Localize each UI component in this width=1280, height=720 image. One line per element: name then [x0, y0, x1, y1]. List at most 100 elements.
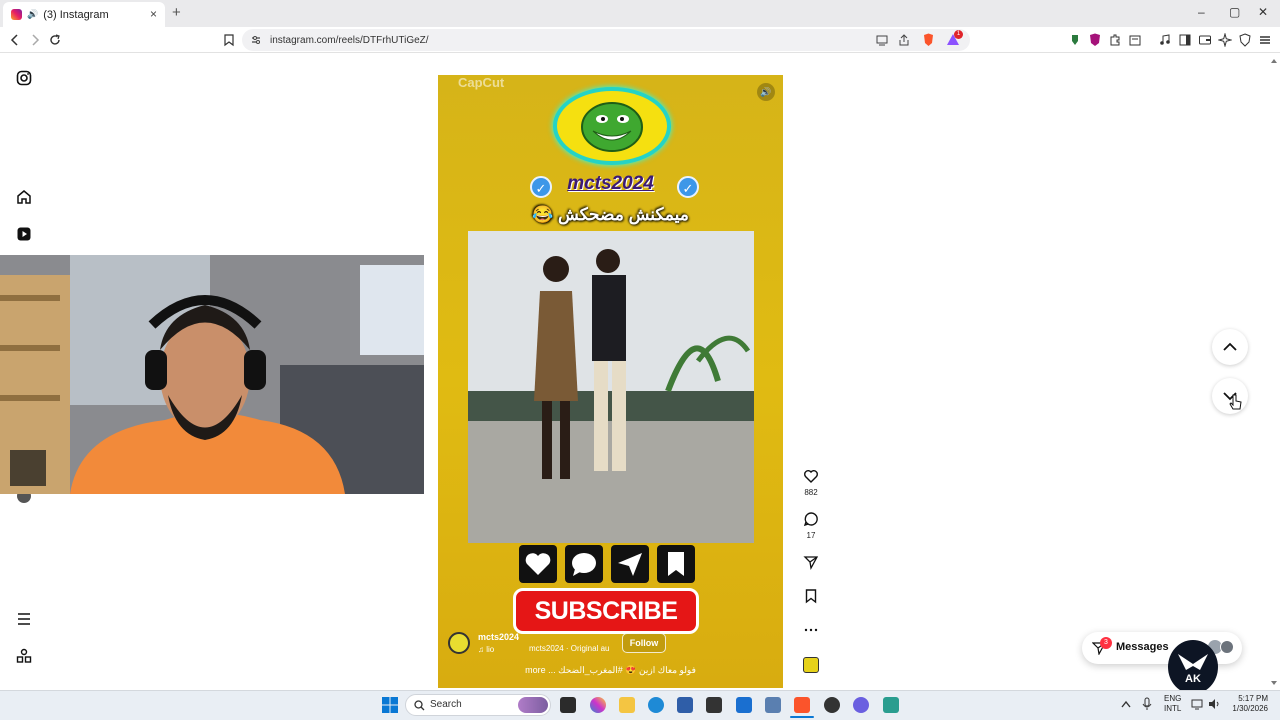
chevron-up-icon — [1223, 342, 1237, 351]
follow-button[interactable]: Follow — [622, 633, 666, 653]
extensions-icon[interactable] — [1108, 33, 1122, 47]
overlay-heart-graphic — [519, 545, 557, 583]
more-menu-icon[interactable] — [16, 611, 32, 627]
task-view-icon[interactable] — [560, 697, 576, 713]
troll-face-icon — [581, 102, 643, 152]
copilot-icon[interactable] — [590, 697, 606, 713]
sidebar-toggle-icon[interactable] — [1178, 33, 1192, 47]
overlay-share-graphic — [611, 545, 649, 583]
shield-icon[interactable] — [1238, 33, 1252, 47]
capcut-watermark: CapCut — [458, 75, 505, 90]
like-icon[interactable] — [803, 468, 819, 484]
browser-toolbar: instagram.com/reels/DTFrhUTiGeZ/ 1 — [0, 27, 1280, 53]
visual-studio-icon[interactable] — [736, 697, 752, 713]
comment-count: 17 — [806, 531, 816, 540]
instagram-favicon-icon — [11, 9, 22, 20]
reel-original-audio[interactable]: mcts2024 · Original au — [529, 644, 609, 653]
volume-icon[interactable] — [1208, 698, 1220, 710]
channel-logo — [553, 87, 671, 165]
speaker-icon[interactable]: 🔊 — [27, 9, 38, 20]
rewards-badge: 1 — [954, 30, 963, 39]
store-icon[interactable] — [677, 697, 693, 713]
media-controls-icon[interactable] — [1158, 33, 1172, 47]
volume-icon[interactable]: 🔊 — [757, 83, 775, 101]
home-icon[interactable] — [16, 189, 32, 205]
url-text: instagram.com/reels/DTFrhUTiGeZ/ — [270, 34, 429, 46]
forward-icon[interactable] — [28, 33, 42, 47]
wallet-icon[interactable] — [1198, 33, 1212, 47]
clock-date: 1/30/2026 — [1232, 704, 1268, 713]
streamer-webcam — [0, 255, 424, 494]
obs-icon[interactable] — [824, 697, 840, 713]
previous-reel-button[interactable] — [1212, 329, 1248, 365]
overlay-save-graphic — [657, 545, 695, 583]
file-explorer-icon[interactable] — [619, 697, 635, 713]
leo-ai-icon[interactable] — [1218, 33, 1232, 47]
site-settings-icon[interactable] — [250, 34, 262, 46]
cast-icon[interactable] — [876, 34, 888, 46]
windows-taskbar — [0, 690, 1280, 720]
messages-label: Messages — [1116, 641, 1169, 653]
app-icon[interactable] — [706, 697, 722, 713]
scroll-down-icon[interactable] — [1270, 679, 1278, 687]
reels-icon[interactable] — [16, 226, 32, 242]
discord-icon[interactable] — [853, 697, 869, 713]
language-indicator[interactable]: ENG INTL — [1164, 694, 1181, 714]
reel-author-username[interactable]: mcts2024 — [478, 632, 519, 642]
also-from-meta-icon[interactable] — [16, 648, 32, 664]
messages-button[interactable]: 3 Messages — [1082, 632, 1242, 664]
message-avatar — [1220, 640, 1234, 654]
close-tab-icon[interactable]: × — [150, 7, 157, 21]
more-options-icon[interactable] — [803, 622, 819, 638]
instagram-icon[interactable] — [16, 70, 32, 86]
windows-start-icon[interactable] — [382, 697, 398, 713]
chevron-up-icon[interactable] — [1120, 699, 1132, 709]
reload-icon[interactable] — [48, 33, 62, 47]
vpn-icon[interactable] — [1068, 33, 1082, 47]
new-tab-button[interactable]: + — [172, 4, 181, 21]
browser-tab-bar: 🔊 (3) Instagram × + – ▢ ✕ — [0, 0, 1280, 27]
microphone-icon[interactable] — [1141, 697, 1153, 711]
clock[interactable]: 5:17 PM 1/30/2026 — [1226, 694, 1268, 714]
minimize-button[interactable]: – — [1198, 5, 1205, 19]
browser-tab[interactable]: 🔊 (3) Instagram × — [3, 2, 165, 27]
language-bottom: INTL — [1164, 704, 1182, 713]
streamer-logo-text: AK — [1185, 673, 1201, 685]
tab-title: (3) Instagram — [43, 8, 109, 21]
reel-author-avatar[interactable] — [448, 632, 470, 654]
network-icon[interactable] — [1191, 698, 1203, 710]
save-icon[interactable] — [803, 588, 819, 604]
mail-icon[interactable] — [765, 697, 781, 713]
reel-video[interactable]: CapCut 🔊 ✓ mcts2024 ✓ ميمكنش مضحكش 😂 SUB… — [438, 75, 783, 688]
overlay-comment-graphic — [565, 545, 603, 583]
browser-menu-icon[interactable] — [1258, 33, 1272, 47]
edge-icon[interactable] — [648, 697, 664, 713]
taskbar-search-label: Search — [430, 699, 462, 710]
maximize-button[interactable]: ▢ — [1229, 5, 1240, 19]
back-icon[interactable] — [8, 33, 22, 47]
active-app-indicator — [790, 716, 814, 718]
share-icon[interactable] — [898, 34, 910, 46]
audio-thumbnail[interactable] — [803, 657, 819, 673]
share-icon[interactable] — [803, 554, 819, 570]
reel-channel-name: mcts2024 — [567, 173, 654, 194]
close-window-button[interactable]: ✕ — [1258, 5, 1268, 19]
like-count: 882 — [804, 488, 818, 497]
screenshot-icon[interactable] — [1128, 33, 1142, 47]
brave-taskbar-icon[interactable] — [794, 697, 810, 713]
mouse-cursor-icon — [1229, 394, 1242, 410]
clock-time: 5:17 PM — [1238, 694, 1268, 703]
notepad-icon[interactable] — [883, 697, 899, 713]
scroll-up-icon[interactable] — [1270, 57, 1278, 65]
reel-description[interactable]: فولو معاك ازين 😍 #المغرب_الضحك ... more — [438, 665, 783, 676]
overlay-subscribe-graphic: SUBSCRIBE — [513, 588, 699, 634]
brave-shields-icon[interactable] — [922, 33, 935, 47]
comment-icon[interactable] — [803, 511, 819, 527]
bookmark-page-icon[interactable] — [222, 33, 236, 47]
verified-badge-right: ✓ — [677, 176, 699, 198]
ublock-icon[interactable] — [1088, 33, 1102, 47]
reel-audio-label[interactable]: ♫ lio — [478, 645, 494, 654]
address-bar[interactable]: instagram.com/reels/DTFrhUTiGeZ/ 1 — [242, 29, 970, 51]
taskbar-search[interactable]: Search — [405, 694, 551, 716]
messages-badge: 3 — [1100, 637, 1112, 649]
